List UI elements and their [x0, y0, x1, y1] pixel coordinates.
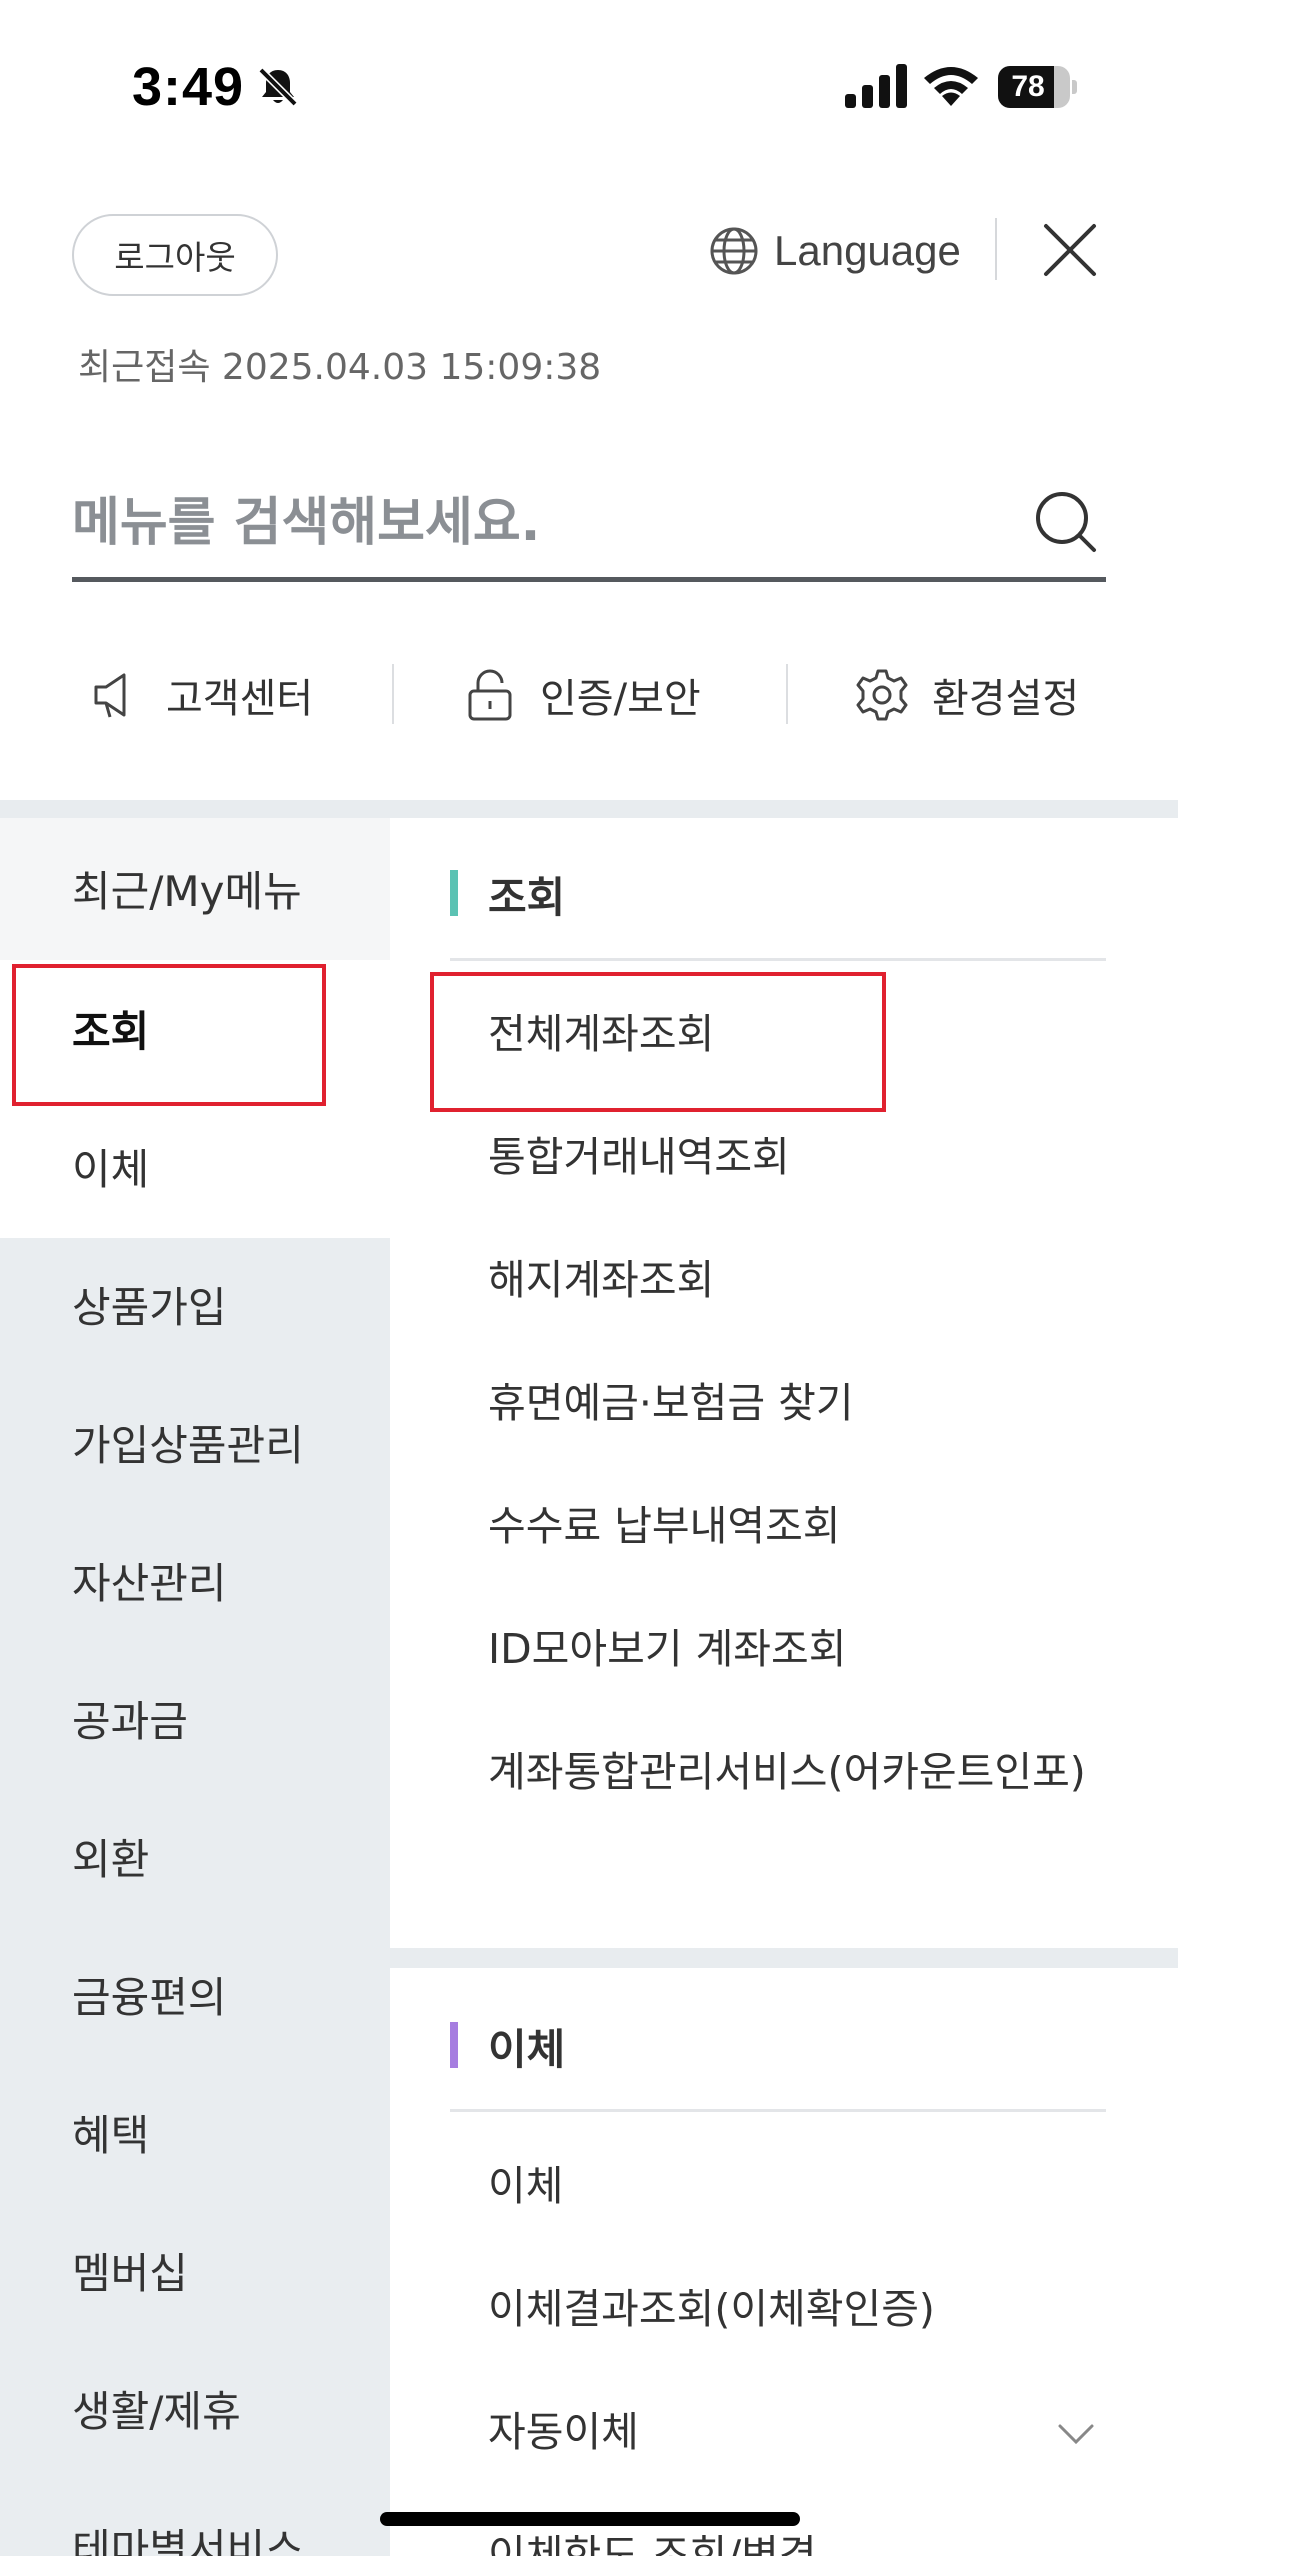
- language-label: Language: [774, 227, 961, 274]
- submenu-item-integrated-history[interactable]: 통합거래내역조회: [488, 1127, 790, 1187]
- section-accent-bar: [450, 870, 458, 916]
- submenu-item-account-info[interactable]: 계좌통합관리서비스(어카운트인포): [488, 1742, 1088, 1802]
- section-underline: [450, 2109, 1106, 2112]
- submenu-item-transfer[interactable]: 이체: [488, 2156, 563, 2216]
- sidebar-item-benefits[interactable]: 혜택: [72, 2102, 149, 2163]
- menu-search: [72, 470, 1106, 582]
- section-accent-bar: [450, 2022, 458, 2068]
- section-gap: [390, 1948, 1178, 1968]
- header-divider: [995, 218, 997, 280]
- home-indicator: [380, 2512, 800, 2526]
- section-underline: [450, 958, 1106, 961]
- battery-level: 78: [1011, 70, 1045, 103]
- quick-security-label: 인증/보안: [540, 676, 701, 722]
- quick-settings-label: 환경설정: [932, 676, 1080, 722]
- logout-button[interactable]: 로그아웃: [72, 214, 278, 296]
- close-icon[interactable]: [1036, 216, 1104, 284]
- battery-icon: 78: [998, 66, 1078, 108]
- lock-icon: [468, 669, 512, 721]
- submenu-item-fee-history[interactable]: 수수료 납부내역조회: [488, 1496, 841, 1556]
- sidebar-item-theme[interactable]: 테마별서비스: [72, 2516, 304, 2556]
- sidebar-item-forex[interactable]: 외환: [72, 1826, 149, 1887]
- sidebar-item-my-products[interactable]: 가입상품관리: [72, 1412, 304, 1473]
- highlight-box-submenu: [430, 972, 886, 1112]
- highlight-box-sidebar: [12, 964, 326, 1106]
- submenu-item-closed-accounts[interactable]: 해지계좌조회: [488, 1250, 714, 1310]
- sidebar-item-transfer[interactable]: 이체: [72, 1136, 149, 1197]
- sidebar-item-assets[interactable]: 자산관리: [72, 1550, 227, 1611]
- sidebar-item-membership[interactable]: 멤버십: [72, 2240, 188, 2301]
- quick-divider: [392, 664, 394, 724]
- sidebar-item-life[interactable]: 생활/제휴: [72, 2378, 241, 2439]
- section-title-inquiry: 조회: [488, 873, 566, 922]
- quick-divider: [786, 664, 788, 724]
- last-login-text: 최근접속 2025.04.03 15:09:38: [78, 347, 602, 388]
- submenu-item-transfer-limit[interactable]: 이체한도 조회/변경: [488, 2525, 817, 2556]
- chevron-down-icon[interactable]: [1052, 2410, 1100, 2458]
- status-time: 3:49: [132, 57, 245, 117]
- sidebar-item-convenience[interactable]: 금융편의: [72, 1964, 227, 2025]
- status-bar: 3:49 78: [0, 0, 1313, 170]
- search-input[interactable]: [72, 478, 1012, 568]
- submenu-item-auto-transfer[interactable]: 자동이체: [488, 2402, 639, 2462]
- search-icon[interactable]: [1030, 486, 1102, 558]
- section-title-transfer: 이체: [488, 2025, 566, 2074]
- wifi-icon: [924, 67, 978, 106]
- cellular-signal-icon: [845, 64, 907, 108]
- quick-customer-center-label: 고객센터: [166, 676, 314, 722]
- quick-security[interactable]: 인증/보안: [460, 650, 701, 740]
- sidebar-item-recent[interactable]: 최근/My메뉴: [72, 858, 302, 919]
- sidebar-item-products[interactable]: 상품가입: [72, 1274, 227, 1335]
- language-button[interactable]: Language: [708, 218, 961, 284]
- submenu-item-transfer-result[interactable]: 이체결과조회(이체확인증): [488, 2279, 935, 2339]
- submenu-item-id-accounts[interactable]: ID모아보기 계좌조회: [488, 1619, 846, 1679]
- bell-muted-icon: [258, 67, 298, 107]
- submenu-item-dormant-deposits[interactable]: 휴면예금·보험금 찾기: [488, 1373, 854, 1433]
- gear-icon: [856, 669, 908, 721]
- quick-settings[interactable]: 환경설정: [852, 650, 1079, 740]
- globe-icon: [710, 227, 758, 275]
- megaphone-icon: [94, 673, 126, 718]
- quick-customer-center[interactable]: 고객센터: [86, 650, 313, 740]
- section-divider: [0, 800, 1178, 818]
- sidebar-item-utilities[interactable]: 공과금: [72, 1688, 188, 1749]
